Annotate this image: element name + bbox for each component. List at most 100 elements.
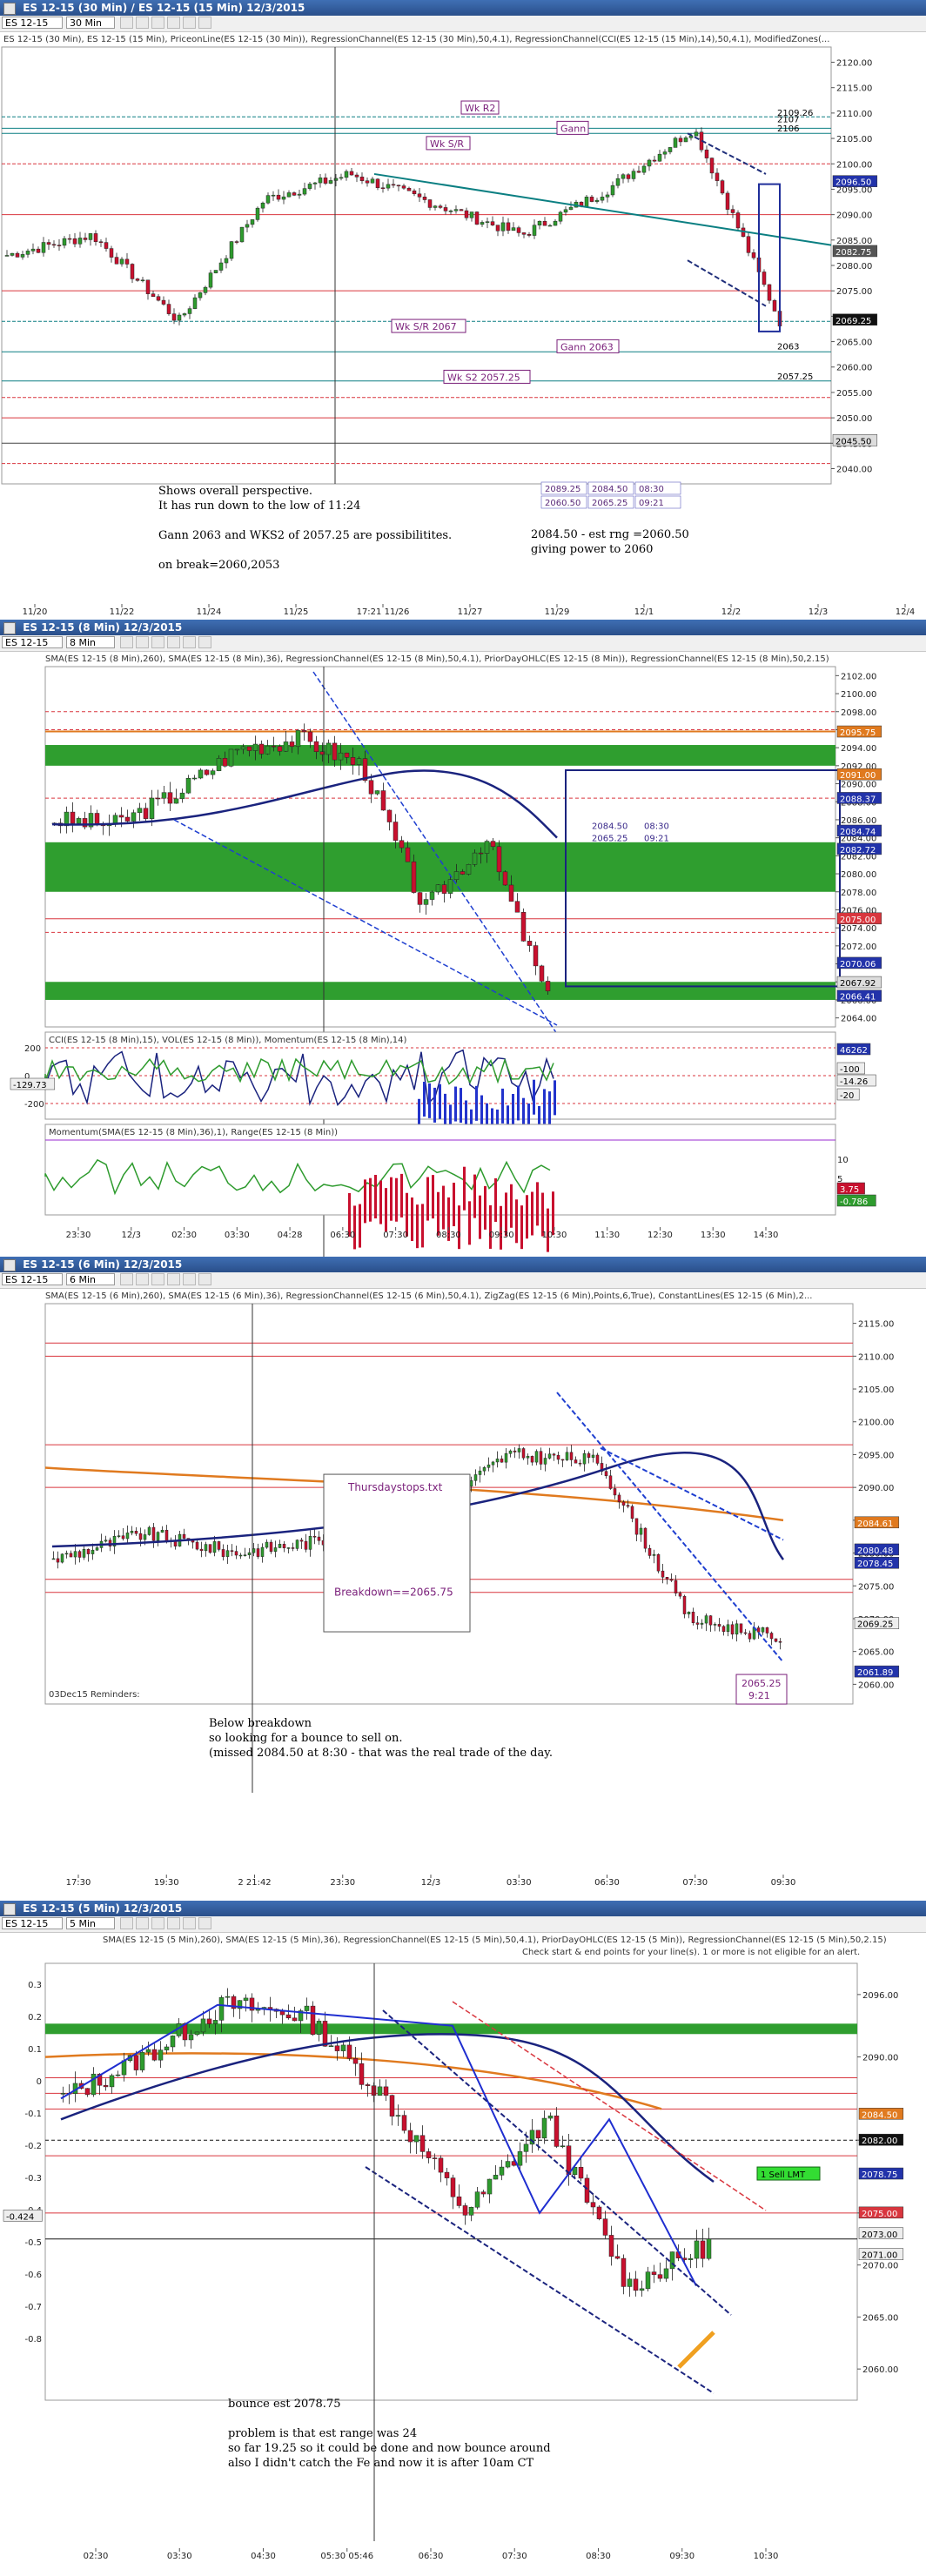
interval-combo[interactable]: 8 Min (66, 636, 115, 648)
candle-down (359, 177, 365, 181)
candle-down (630, 1506, 634, 1519)
candle-up (469, 211, 474, 218)
price-tag: 2069.25 (835, 317, 871, 326)
properties-icon[interactable] (183, 636, 196, 648)
indicators-icon[interactable] (198, 636, 211, 648)
x-tick-label: 12:30 (648, 1231, 673, 1240)
properties-icon[interactable] (183, 17, 196, 29)
price-tag: 2075.00 (840, 916, 876, 925)
candle-down (530, 1456, 534, 1463)
candle-down (595, 1454, 600, 1464)
candle-down (289, 741, 295, 748)
properties-icon[interactable] (183, 1273, 196, 1285)
zoom-out-icon[interactable] (167, 1273, 180, 1285)
indicators-icon[interactable] (198, 17, 211, 29)
candle-up (429, 891, 435, 900)
draw-icon[interactable] (136, 636, 149, 648)
candle-up (453, 871, 460, 880)
candle-up (453, 209, 459, 211)
interval-combo[interactable]: 30 Min (66, 17, 115, 29)
draw-icon[interactable] (136, 1917, 149, 1929)
y-tick-label: 2080.00 (836, 262, 872, 272)
y-tick-label: 2065.00 (858, 1648, 894, 1658)
bars-icon[interactable] (120, 17, 133, 29)
x-tick-label: 2 21:42 (238, 1878, 271, 1888)
candle-up (543, 1458, 547, 1465)
zoom-in-icon[interactable] (151, 636, 164, 648)
chart-4-svg[interactable]: SMA(ES 12-15 (5 Min),260), SMA(ES 12-15 … (0, 1932, 926, 2576)
zoom-out-icon[interactable] (167, 636, 180, 648)
panel-1-title-bar[interactable]: ES 12-15 (30 Min) / ES 12-15 (15 Min) 12… (0, 0, 926, 16)
left-y-label: -0.1 (24, 2110, 42, 2119)
instrument-combo[interactable]: ES 12-15 (2, 1273, 63, 1285)
panel-2-title-bar[interactable]: ES 12-15 (8 Min) 12/3/2015 (0, 620, 926, 635)
panel-3-title-bar[interactable]: ES 12-15 (6 Min) 12/3/2015 (0, 1257, 926, 1272)
bars-icon[interactable] (120, 1917, 133, 1929)
candle-down (542, 220, 547, 226)
range-bar (453, 1183, 455, 1227)
candle-down (748, 1633, 752, 1640)
range-bar (353, 1205, 356, 1250)
chart-2-svg[interactable]: SMA(ES 12-15 (8 Min),260), SMA(ES 12-15 … (0, 651, 926, 1257)
draw-icon[interactable] (136, 1273, 149, 1285)
cci-y-label: -200 (24, 1100, 44, 1110)
candle-down (554, 2115, 560, 2147)
candle-down (496, 846, 502, 873)
indicators-icon[interactable] (198, 1273, 211, 1285)
panel-4-title-bar[interactable]: ES 12-15 (5 Min) 12/3/2015 (0, 1901, 926, 1916)
y-tick-label: 2060.00 (836, 364, 872, 373)
candle-up (20, 254, 25, 258)
instrument-combo[interactable]: ES 12-15 (2, 1917, 63, 1929)
zoom-in-icon[interactable] (151, 1917, 164, 1929)
chart-3-svg[interactable]: SMA(ES 12-15 (6 Min),260), SMA(ES 12-15 … (0, 1288, 926, 1901)
candle-down (346, 2044, 352, 2059)
stops-box-text: Breakdown==2065.75 (334, 1587, 453, 1599)
x-tick-label: 12/2 (721, 607, 741, 617)
chart-1-svg[interactable]: ES 12-15 (30 Min), ES 12-15 (15 Min), Pr… (0, 31, 926, 620)
candle-up (584, 197, 589, 207)
candle-up (547, 2115, 554, 2119)
candle-down (422, 197, 427, 200)
candle-up (468, 2207, 474, 2216)
bars-icon[interactable] (120, 636, 133, 648)
candle-up (177, 314, 182, 321)
instrument-combo[interactable]: ES 12-15 (2, 17, 63, 29)
candle-down (535, 2130, 541, 2139)
zoom-out-icon[interactable] (167, 1917, 180, 1929)
price-tag: 2078.75 (862, 2170, 897, 2180)
price-tag: 2084.50 (862, 2110, 897, 2120)
x-tick-label: 19:30 (154, 1878, 179, 1888)
candle-up (200, 2018, 206, 2033)
indicators-icon[interactable] (198, 1917, 211, 1929)
candle-up (170, 2036, 176, 2048)
instrument-combo[interactable]: ES 12-15 (2, 636, 63, 648)
candle-down (656, 1553, 661, 1572)
volume-bar (444, 1093, 446, 1129)
interval-combo[interactable]: 5 Min (66, 1917, 115, 1929)
draw-icon[interactable] (136, 17, 149, 29)
candle-up (210, 770, 216, 775)
boxed-label: Wk S/R (430, 138, 464, 150)
candle-up (493, 2175, 499, 2180)
x-tick-label: 23:30 (66, 1231, 91, 1240)
candle-up (526, 1456, 530, 1459)
zoom-in-icon[interactable] (151, 1273, 164, 1285)
y-tick-label: 2072.00 (841, 943, 876, 952)
candle-up (560, 2145, 566, 2147)
candle-up (600, 197, 605, 201)
zoom-in-icon[interactable] (151, 17, 164, 29)
interval-combo[interactable]: 6 Min (66, 1273, 115, 1285)
candle-down (279, 2010, 285, 2016)
zoom-out-icon[interactable] (167, 17, 180, 29)
properties-icon[interactable] (183, 1917, 196, 1929)
boxed-label: Wk R2 (465, 103, 495, 114)
candle-up (652, 1553, 656, 1556)
callout-text: 2065.25 (741, 1678, 782, 1689)
candle-down (636, 171, 641, 173)
bars-icon[interactable] (120, 1273, 133, 1285)
candle-down (304, 1540, 308, 1550)
candle-up (295, 730, 301, 748)
candle-down (161, 299, 166, 305)
candle-down (412, 190, 417, 195)
plot-area (1, 46, 832, 485)
